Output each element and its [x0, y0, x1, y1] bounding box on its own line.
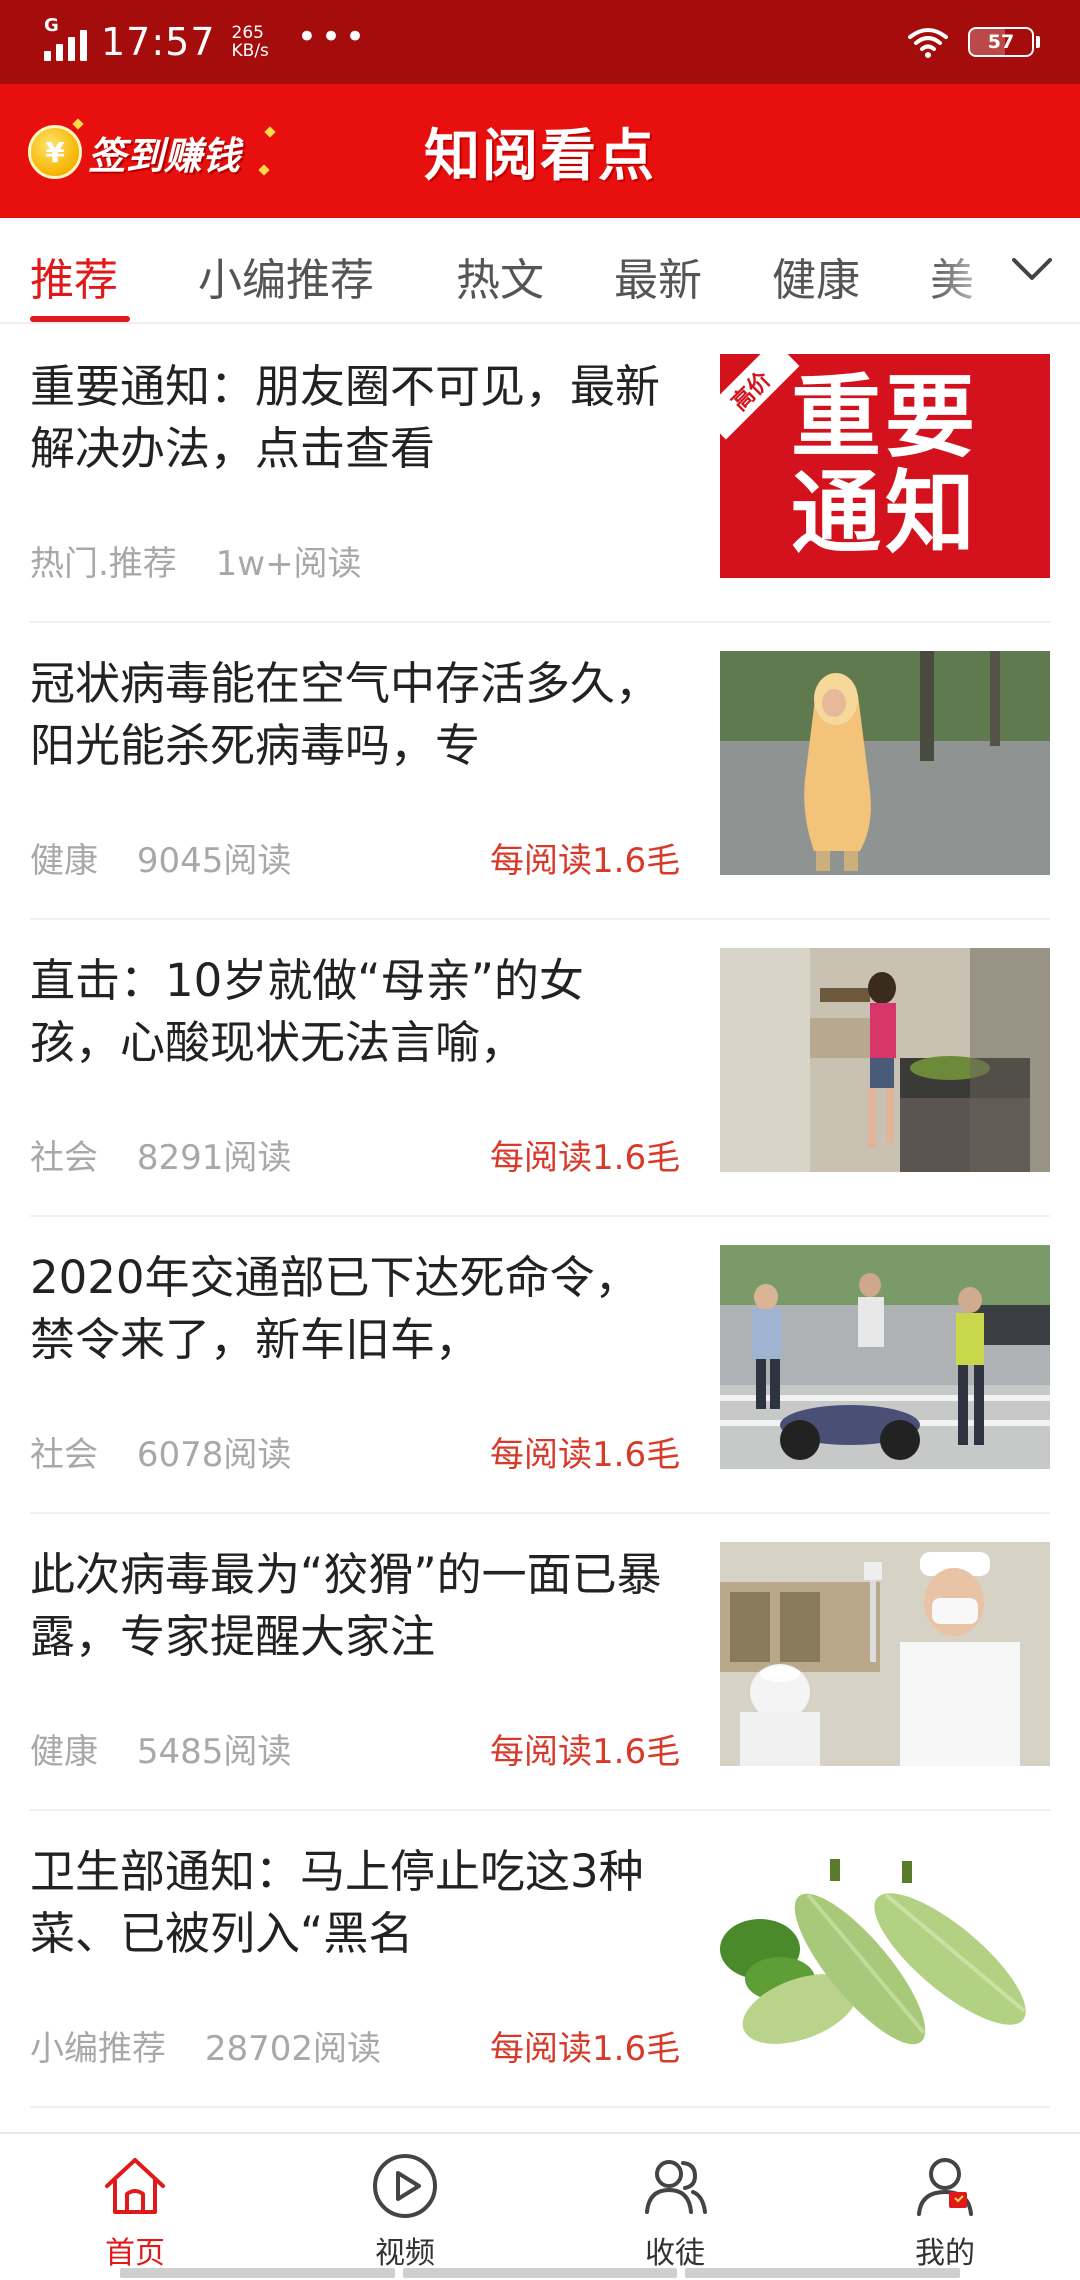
tab-hot[interactable]: 热文 [456, 244, 544, 308]
article-title: 冠状病毒能在空气中存活多久，阳光能杀死病毒吗，专 [30, 657, 661, 772]
network-speed-unit: KB/s [231, 41, 269, 61]
thumbnail-corner-label: 高价 [720, 354, 800, 440]
article-title: 直击：10岁就做“母亲”的女孩，心酸现状无法言喻， [30, 954, 584, 1069]
tab-recommend[interactable]: 推荐 [30, 244, 118, 308]
article-thumbnail [720, 1839, 1050, 2063]
nav-video[interactable]: 视频 [270, 2134, 540, 2280]
coin-icon: ¥ [28, 125, 82, 179]
article-thumbnail: 高价 重要 通知 [720, 354, 1050, 578]
tab-health[interactable]: 健康 [772, 244, 860, 308]
article-meta: 健康 5485阅读 [30, 1724, 291, 1773]
article-item[interactable]: 卫生部通知：马上停止吃这3种菜、已被列入“黑名 小编推荐 28702阅读 每阅读… [30, 1811, 1050, 2108]
article-title: 重要通知：朋友圈不可见，最新解决办法，点击查看 [30, 360, 661, 475]
article-title: 2020年交通部已下达死命令，禁令来了，新车旧车， [30, 1251, 640, 1366]
nav-profile[interactable]: 我的 [810, 2134, 1080, 2280]
article-item[interactable]: 直击：10岁就做“母亲”的女孩，心酸现状无法言喻， 社会 8291阅读 每阅读1… [30, 920, 1050, 1217]
article-read-count: 28702阅读 [204, 2029, 381, 2069]
article-title: 卫生部通知：马上停止吃这3种菜、已被列入“黑名 [30, 1845, 644, 1960]
network-speed: 265 KB/s [232, 24, 269, 60]
article-read-count: 9045阅读 [136, 841, 292, 881]
thumbnail-text-line-2: 通知 [791, 461, 979, 566]
checkin-earn-label: 签到赚钱 [88, 133, 241, 178]
article-thumbnail [720, 1245, 1050, 1469]
profile-icon [917, 2158, 973, 2216]
article-category: 社会 [30, 1435, 98, 1475]
battery-level: 57 [987, 31, 1015, 53]
article-reward: 每阅读1.6毛 [490, 2029, 681, 2069]
home-icon [105, 2158, 165, 2214]
article-read-count: 5485阅读 [136, 1732, 292, 1772]
article-list: 重要通知：朋友圈不可见，最新解决办法，点击查看 热门.推荐 1w+阅读 高价 重… [0, 326, 1080, 2108]
active-tab-indicator [30, 316, 130, 322]
article-category: 健康 [30, 841, 98, 881]
article-category: 社会 [30, 1138, 98, 1178]
wifi-icon [908, 28, 948, 58]
article-meta: 健康 9045阅读 [30, 833, 291, 882]
nav-home-label: 首页 [105, 2236, 165, 2271]
chevron-down-icon [1012, 258, 1052, 280]
article-reward: 每阅读1.6毛 [490, 1732, 681, 1772]
nav-home[interactable]: 首页 [0, 2134, 270, 2280]
article-reward: 每阅读1.6毛 [490, 841, 681, 881]
nav-disciples-label: 收徒 [645, 2236, 705, 2271]
article-thumbnail [720, 651, 1050, 875]
article-meta: 社会 6078阅读 [30, 1427, 291, 1476]
status-bar: G 17:57 265 KB/s ••• 57 [0, 0, 1080, 84]
category-tabs: 推荐 小编推荐 热文 最新 健康 美 [0, 218, 1080, 324]
checkin-earn-button[interactable]: ¥ 签到赚钱 [28, 118, 276, 182]
app-title: 知阅看点 [424, 123, 656, 189]
article-thumbnail [720, 1542, 1050, 1766]
users-icon [645, 2160, 707, 2214]
article-title: 此次病毒最为“狡猾”的一面已暴露，专家提醒大家注 [30, 1548, 662, 1663]
play-circle-icon [373, 2154, 437, 2218]
bottom-nav: 首页 视频 收徒 我的 [0, 2132, 1080, 2280]
article-item[interactable]: 重要通知：朋友圈不可见，最新解决办法，点击查看 热门.推荐 1w+阅读 高价 重… [30, 326, 1050, 623]
tab-editor-picks[interactable]: 小编推荐 [198, 244, 374, 308]
article-item[interactable]: 2020年交通部已下达死命令，禁令来了，新车旧车， 社会 6078阅读 每阅读1… [30, 1217, 1050, 1514]
article-reward: 每阅读1.6毛 [490, 1435, 681, 1475]
article-thumbnail [720, 948, 1050, 1172]
app-root: G 17:57 265 KB/s ••• 57 ¥ 签到赚钱 知阅看点 推荐 小… [0, 0, 1080, 2280]
network-speed-value: 265 [231, 23, 264, 43]
article-item[interactable]: 此次病毒最为“狡猾”的一面已暴露，专家提醒大家注 健康 5485阅读 每阅读1.… [30, 1514, 1050, 1811]
article-category: 热门.推荐 [30, 544, 177, 584]
article-read-count: 6078阅读 [136, 1435, 292, 1475]
nav-video-label: 视频 [375, 2236, 435, 2271]
status-time: 17:57 [101, 20, 216, 64]
nav-profile-label: 我的 [915, 2236, 975, 2271]
more-notifications-icon: ••• [296, 17, 370, 57]
system-gesture-bar [120, 2268, 961, 2278]
article-meta: 社会 8291阅读 [30, 1130, 291, 1179]
article-category: 健康 [30, 1732, 98, 1772]
app-header: ¥ 签到赚钱 知阅看点 [0, 84, 1080, 218]
article-meta: 小编推荐 28702阅读 [30, 2021, 381, 2070]
network-type: G [44, 15, 59, 36]
article-read-count: 1w+阅读 [215, 544, 362, 584]
article-reward: 每阅读1.6毛 [490, 1138, 681, 1178]
article-read-count: 8291阅读 [136, 1138, 292, 1178]
expand-tabs-button[interactable] [1004, 242, 1060, 298]
nav-disciples[interactable]: 收徒 [540, 2134, 810, 2280]
thumbnail-text-line-1: 重要 [791, 365, 979, 470]
article-meta: 热门.推荐 1w+阅读 [30, 536, 362, 585]
tab-latest[interactable]: 最新 [614, 244, 702, 308]
battery-icon: 57 [968, 27, 1040, 57]
article-item[interactable]: 冠状病毒能在空气中存活多久，阳光能杀死病毒吗，专 健康 9045阅读 每阅读1.… [30, 623, 1050, 920]
signal-icon: G [44, 15, 87, 61]
article-category: 小编推荐 [30, 2029, 166, 2069]
